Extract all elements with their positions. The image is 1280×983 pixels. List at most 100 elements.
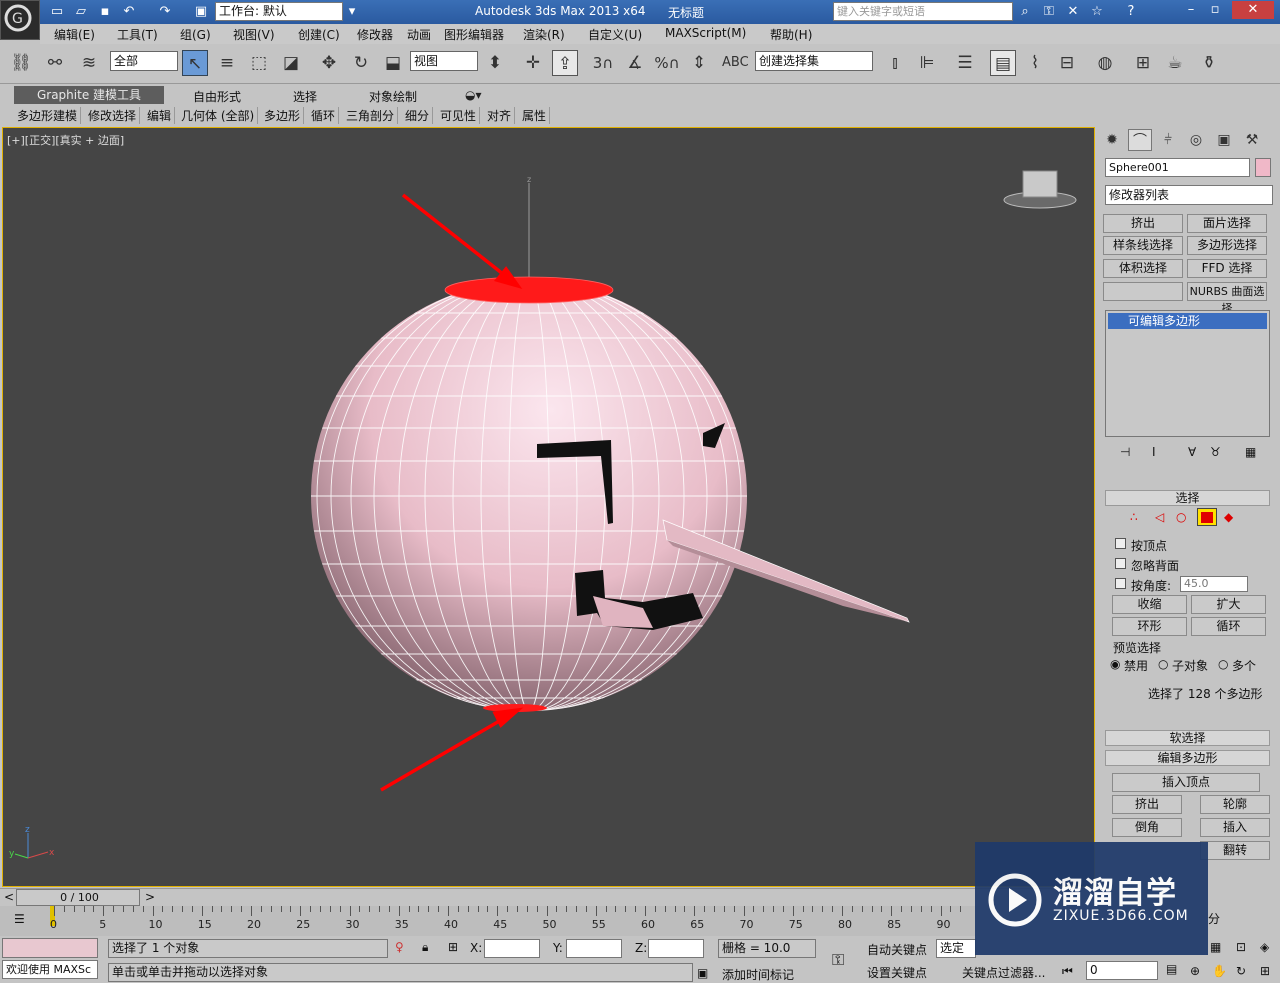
make-unique-icon[interactable]: ∀ [1188, 445, 1196, 459]
new-file-icon[interactable]: ▭ [48, 3, 66, 21]
curve-editor-icon[interactable]: ⌇ [1022, 50, 1048, 76]
help-search-input[interactable]: 键入关键字或短语 [833, 2, 1013, 21]
insert-vertex-button[interactable]: 插入顶点 [1112, 773, 1260, 792]
ribbon-options-icon[interactable]: ◒▾ [465, 88, 482, 102]
redo-icon[interactable]: ↷ [156, 3, 174, 21]
tools-icon[interactable]: ✕ [1064, 3, 1082, 21]
minimize-icon[interactable]: – [1180, 1, 1202, 19]
star-icon[interactable]: ☆ [1088, 3, 1106, 21]
patch-select-button[interactable]: 面片选择 [1187, 214, 1267, 233]
schematic-view-icon[interactable]: ⊟ [1054, 50, 1080, 76]
menu-maxscript[interactable]: MAXScript(M) [665, 26, 746, 40]
tab-graphite-modeling[interactable]: Graphite 建模工具 [14, 86, 164, 104]
add-time-tag[interactable]: 添加时间标记 [722, 966, 794, 983]
key-icon[interactable]: ⚿ [1040, 3, 1058, 21]
open-file-icon[interactable]: ▱ [72, 3, 90, 21]
project-folder-icon[interactable]: ▣ [192, 3, 210, 21]
menu-rendering[interactable]: 渲染(R) [523, 26, 565, 43]
ribbon-geometry-all[interactable]: 几何体 (全部) [178, 107, 259, 124]
app-logo-icon[interactable]: G [0, 0, 40, 40]
select-by-name-icon[interactable]: ≡ [214, 50, 240, 76]
angle-value-field[interactable]: 45.0 [1180, 576, 1248, 592]
element-subobject-icon[interactable]: ◆ [1224, 510, 1233, 524]
menu-animation[interactable]: 动画 [407, 26, 431, 43]
welcome-text[interactable]: 欢迎使用 MAXSc [2, 960, 98, 979]
edit-polygons-rollout-header[interactable]: 编辑多边形 [1105, 750, 1270, 766]
object-name-field[interactable]: Sphere001 [1105, 158, 1250, 177]
grow-button[interactable]: 扩大 [1191, 595, 1266, 614]
modifier-list-dropdown[interactable]: 修改器列表 [1105, 185, 1273, 205]
extrude-modifier-button[interactable]: 挤出 [1103, 214, 1183, 233]
move-icon[interactable]: ✥ [316, 50, 342, 76]
auto-key-button[interactable]: 自动关键点 [867, 941, 927, 958]
rendered-frame-icon[interactable]: ☕ [1162, 50, 1188, 76]
time-tag-icon[interactable]: ▣ [697, 966, 708, 980]
unlink-icon[interactable]: ⚯ [42, 50, 68, 76]
ring-button[interactable]: 环形 [1112, 617, 1187, 636]
isolate-icon[interactable]: ♀ [395, 940, 404, 954]
binoculars-icon[interactable]: ⌕ [1016, 3, 1034, 21]
edit-named-selection-icon[interactable]: ABC [722, 50, 749, 76]
ribbon-polygons[interactable]: 多边形 [261, 107, 305, 124]
current-frame-field[interactable]: 0 [1086, 961, 1158, 980]
ribbon-polygon-modeling[interactable]: 多边形建模 [14, 107, 82, 124]
named-selection-set-dropdown[interactable]: 创建选择集 [755, 51, 873, 71]
scale-icon[interactable]: ⬓ [380, 50, 406, 76]
hierarchy-tab-icon[interactable]: ⫩ [1156, 129, 1180, 151]
loop-button[interactable]: 循环 [1191, 617, 1266, 636]
x-coordinate-field[interactable] [484, 939, 540, 958]
workspace-dropdown[interactable]: 工作台: 默认 [215, 2, 343, 21]
selected-top-polygons[interactable] [444, 276, 614, 304]
menu-group[interactable]: 组(G) [180, 26, 211, 43]
percent-snap-icon[interactable]: %∩ [654, 50, 680, 76]
extrude-button[interactable]: 挤出 [1112, 795, 1182, 814]
spinner-snap-icon[interactable]: ⇕ [686, 50, 712, 76]
graphite-toggle-icon[interactable]: ▤ [990, 50, 1016, 76]
pin-stack-icon[interactable]: ⊣ [1120, 445, 1130, 459]
menu-graph-editors[interactable]: 图形编辑器 [444, 26, 504, 43]
selected-key-dropdown[interactable]: 选定对 [936, 939, 976, 958]
save-icon[interactable]: ▪ [96, 3, 114, 21]
rotate-icon[interactable]: ↻ [348, 50, 374, 76]
time-slider[interactable]: < 0 / 100 > [0, 888, 1100, 906]
outline-button[interactable]: 轮廓 [1200, 795, 1270, 814]
time-next-icon[interactable]: > [145, 890, 155, 904]
volume-select-button[interactable]: 体积选择 [1103, 259, 1183, 278]
flip-button[interactable]: 翻转 [1200, 841, 1270, 860]
orbit-icon[interactable]: ↻ [1236, 964, 1246, 978]
poly-select-button[interactable]: 多边形选择 [1187, 236, 1267, 255]
tab-object-paint[interactable]: 对象绘制 [369, 88, 417, 105]
empty-modifier-button[interactable] [1103, 282, 1183, 301]
zoom-all-icon[interactable]: ⊕ [1190, 964, 1200, 978]
maximize-viewport-icon[interactable]: ⊞ [1260, 964, 1270, 978]
window-crossing-icon[interactable]: ◪ [278, 50, 304, 76]
bind-space-warp-icon[interactable]: ≋ [76, 50, 102, 76]
help-icon[interactable]: ? [1122, 3, 1140, 21]
layer-manager-icon[interactable]: ☰ [952, 50, 978, 76]
bevel-button[interactable]: 倒角 [1112, 818, 1182, 837]
ribbon-modify-selection[interactable]: 修改选择 [85, 107, 141, 124]
spline-select-button[interactable]: 样条线选择 [1103, 236, 1183, 255]
z-coordinate-field[interactable] [648, 939, 704, 958]
ribbon-align[interactable]: 对齐 [484, 107, 516, 124]
shrink-button[interactable]: 收缩 [1112, 595, 1187, 614]
remove-modifier-icon[interactable]: ♉ [1210, 445, 1221, 459]
zoom-region-icon[interactable]: ⊡ [1236, 940, 1246, 954]
ribbon-properties[interactable]: 属性 [519, 107, 551, 124]
material-editor-icon[interactable]: ◍ [1092, 50, 1118, 76]
zoom-extents-icon[interactable]: ▦ [1210, 940, 1221, 954]
ribbon-visibility[interactable]: 可见性 [437, 107, 481, 124]
by-vertex-checkbox[interactable] [1115, 538, 1126, 549]
by-angle-checkbox[interactable] [1115, 578, 1126, 589]
menu-tools[interactable]: 工具(T) [117, 26, 158, 43]
utilities-tab-icon[interactable]: ⚒ [1240, 129, 1264, 151]
ribbon-triangulation[interactable]: 三角剖分 [343, 107, 399, 124]
selection-rollout-header[interactable]: 选择 [1105, 490, 1270, 506]
menu-view[interactable]: 视图(V) [233, 26, 275, 43]
select-object-icon[interactable]: ↖ [182, 50, 208, 76]
field-of-view-icon[interactable]: ◈ [1260, 940, 1269, 954]
menu-help[interactable]: 帮助(H) [770, 26, 812, 43]
motion-tab-icon[interactable]: ◎ [1184, 129, 1208, 151]
tab-selection[interactable]: 选择 [293, 88, 317, 105]
preview-multi-radio[interactable]: ○ [1218, 657, 1228, 671]
